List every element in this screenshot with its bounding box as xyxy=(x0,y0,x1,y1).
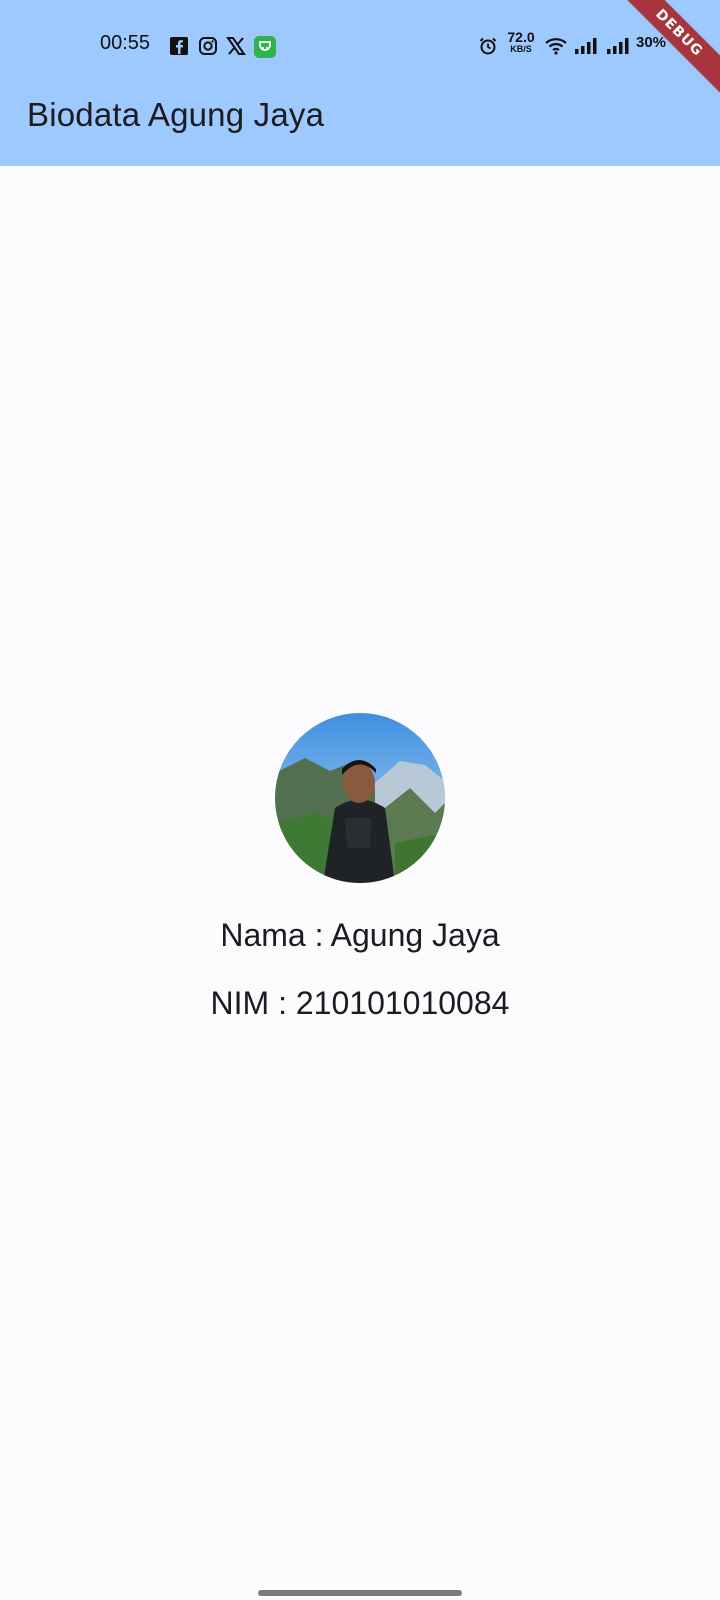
instagram-icon xyxy=(198,36,218,56)
profile-nim: NIM : 210101010084 xyxy=(210,985,510,1021)
status-bar: 00:55 72.0 KB/S 30% xyxy=(0,0,720,90)
network-speed-value: 72.0 xyxy=(507,29,535,45)
wifi-icon xyxy=(544,36,568,56)
app-icon xyxy=(254,36,276,58)
app-bar: 00:55 72.0 KB/S 30% Biodata Agung Jaya xyxy=(0,0,720,166)
facebook-icon xyxy=(169,36,189,56)
status-time: 00:55 xyxy=(100,32,151,54)
network-speed: 72.0 KB/S xyxy=(505,30,537,54)
avatar xyxy=(275,713,445,883)
home-indicator[interactable] xyxy=(258,1590,462,1596)
network-speed-unit: KB/S xyxy=(510,44,532,54)
signal-icon xyxy=(606,36,630,56)
x-icon xyxy=(226,36,246,56)
alarm-icon xyxy=(478,36,498,56)
profile-name: Nama : Agung Jaya xyxy=(220,917,500,953)
signal-icon xyxy=(574,36,598,56)
battery-level: 30% xyxy=(636,34,667,51)
page-title: Biodata Agung Jaya xyxy=(27,96,325,133)
